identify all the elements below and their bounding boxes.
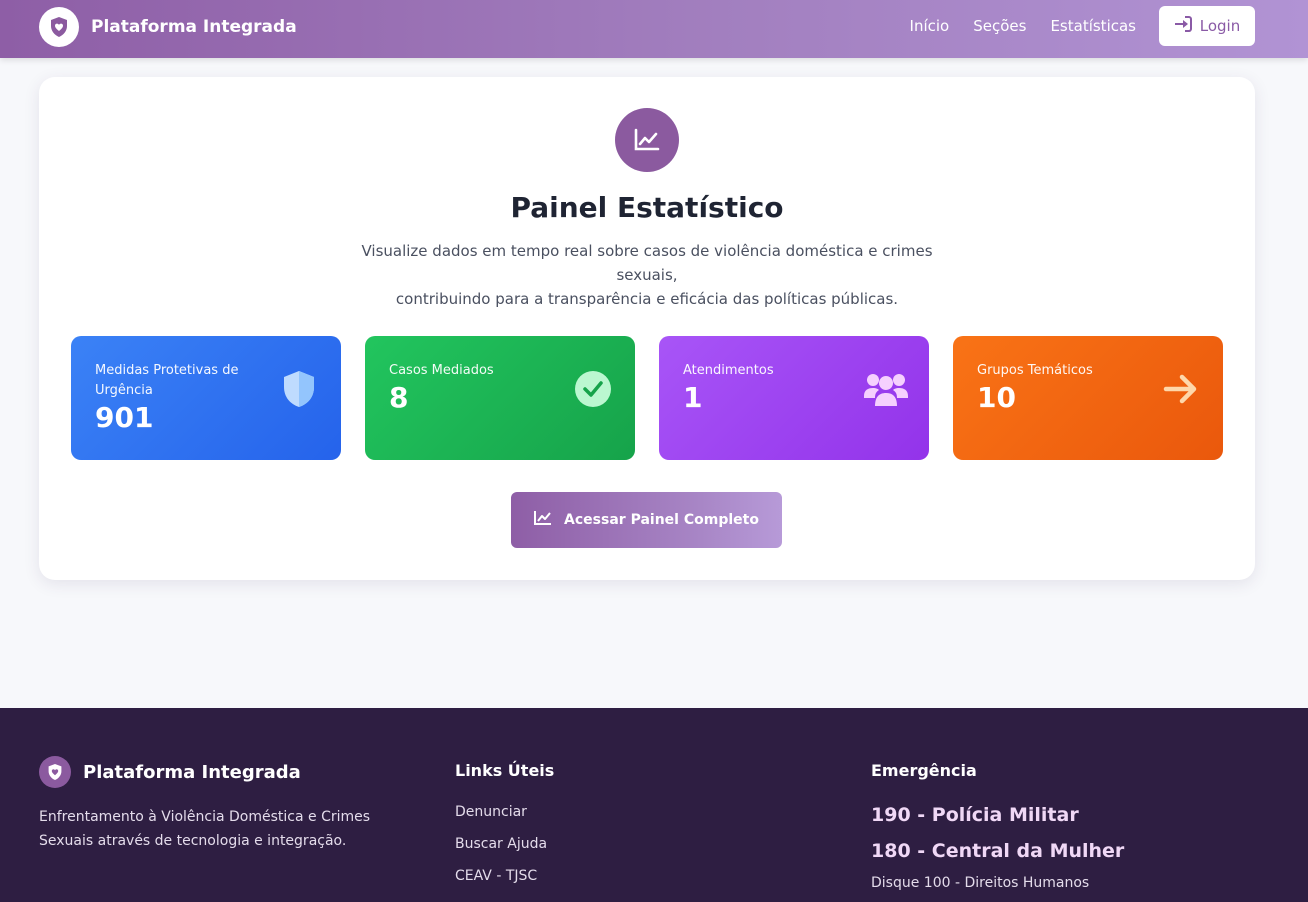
subtitle-line-2: contribuindo para a transparência e efic…: [395, 290, 899, 308]
footer-link-buscar-ajuda[interactable]: Buscar Ajuda: [455, 836, 547, 852]
footer-emergency-title: Emergência: [871, 761, 977, 780]
emergency-disque-100: Disque 100 - Direitos Humanos: [871, 875, 1090, 891]
footer-link-denunciar[interactable]: Denunciar: [455, 804, 527, 820]
nav-links: Início Seções Estatísticas: [910, 17, 1136, 35]
footer-links-title: Links Úteis: [455, 761, 555, 780]
shield-icon: [279, 369, 319, 409]
check-circle-icon: [573, 369, 613, 409]
stat-card-casos-mediados[interactable]: Casos Mediados 8: [365, 336, 635, 460]
nav-link-secoes[interactable]: Seções: [973, 17, 1026, 35]
nav-link-inicio[interactable]: Início: [910, 17, 950, 35]
subtitle-line-1: Visualize dados em tempo real sobre caso…: [361, 242, 933, 284]
chart-line-icon: [534, 510, 552, 530]
page-title: Painel Estatístico: [510, 191, 784, 224]
stat-label: Atendimentos: [683, 363, 774, 378]
stat-card-grupos-tematicos[interactable]: Grupos Temáticos 10: [953, 336, 1223, 460]
cta-label: Acessar Painel Completo: [564, 512, 759, 528]
stats-panel-card: Painel Estatístico Visualize dados em te…: [39, 77, 1255, 580]
access-full-panel-button[interactable]: Acessar Painel Completo: [511, 492, 782, 548]
shield-heart-icon: [39, 756, 71, 788]
stat-label: Casos Mediados: [389, 363, 494, 378]
footer-link-ceav-tjsc[interactable]: CEAV - TJSC: [455, 868, 537, 884]
stat-card-medidas-protetivas[interactable]: Medidas Protetivas de Urgência 901: [71, 336, 341, 460]
footer-description: Enfrentamento à Violência Doméstica e Cr…: [39, 809, 371, 849]
stat-label: Grupos Temáticos: [977, 363, 1093, 378]
brand[interactable]: Plataforma Integrada: [39, 7, 297, 47]
emergency-central-mulher: 180 - Central da Mulher: [871, 840, 1125, 862]
users-icon: [861, 369, 911, 409]
nav-link-estatisticas[interactable]: Estatísticas: [1050, 17, 1136, 35]
brand-name: Plataforma Integrada: [91, 17, 297, 37]
chart-line-icon: [615, 108, 679, 172]
footer-brand-name: Plataforma Integrada: [83, 761, 301, 783]
arrow-right-icon: [1161, 369, 1201, 409]
stat-value: 10: [977, 381, 1016, 414]
login-button[interactable]: Login: [1159, 6, 1255, 46]
shield-heart-icon: [39, 7, 79, 47]
emergency-policia-militar: 190 - Polícia Militar: [871, 804, 1079, 826]
login-label: Login: [1199, 17, 1241, 35]
page-subtitle: Visualize dados em tempo real sobre caso…: [339, 239, 955, 311]
footer: Plataforma Integrada Enfrentamento à Vio…: [0, 708, 1308, 902]
sign-in-icon: [1174, 16, 1192, 36]
stat-value: 8: [389, 381, 409, 414]
footer-brand: Plataforma Integrada: [39, 756, 301, 788]
stat-value: 1: [683, 381, 703, 414]
stat-label: Medidas Protetivas de Urgência: [95, 363, 239, 398]
stat-card-atendimentos[interactable]: Atendimentos 1: [659, 336, 929, 460]
top-navbar: Plataforma Integrada Início Seções Estat…: [0, 0, 1308, 58]
stat-value: 901: [95, 401, 154, 434]
